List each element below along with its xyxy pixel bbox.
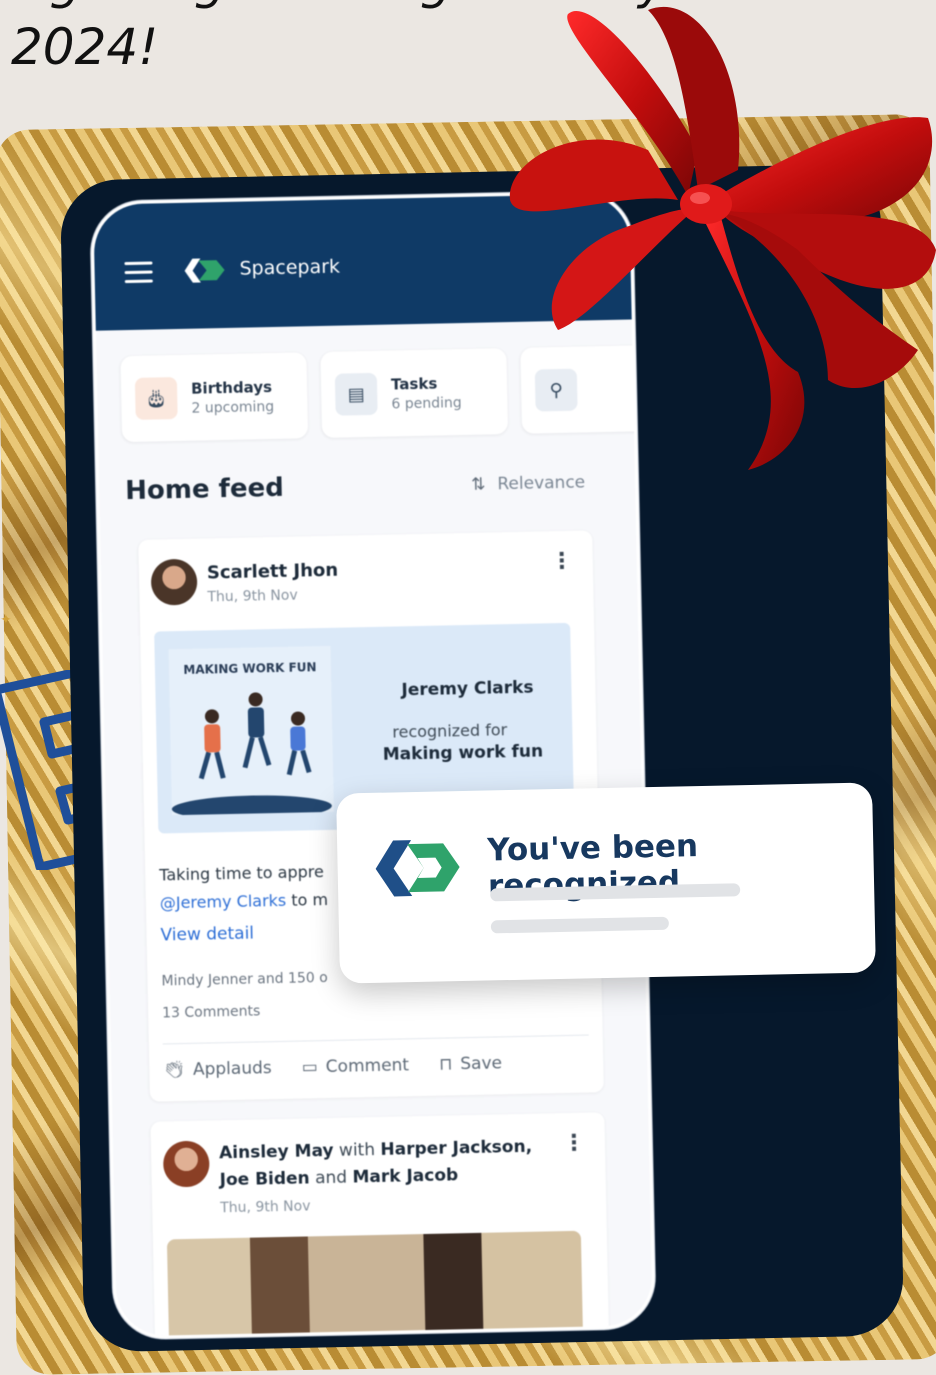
feed-post-card: Ainsley May with Harper Jackson, Joe Bid… [150,1112,610,1340]
comment-icon: ▭ [301,1057,318,1078]
sort-control[interactable]: ⇅ Relevance [471,472,585,494]
feed-title: Home feed [124,472,285,507]
avatar[interactable] [162,1140,210,1188]
post-text-line: Taking time to appre [159,862,325,885]
avatar[interactable] [150,558,198,606]
jumping-people-illustration [171,692,332,816]
applaud-button[interactable]: 👏︎ Applauds [163,1058,272,1080]
recognition-notification[interactable]: You've been recognized [336,782,876,984]
view-detail-link[interactable]: View detail [160,924,254,946]
bookmark-icon: ⊓ [438,1054,453,1075]
comments-count[interactable]: 13 Comments [162,1003,260,1021]
with-word: with [338,1140,376,1161]
post-author: Ainsley May with Harper Jackson, Joe Bid… [162,1133,561,1217]
recognized-for-label: recognized for [392,720,508,742]
widget-tasks[interactable]: ▤ Tasks 6 pending [320,348,509,438]
save-button[interactable]: ⊓ Save [439,1053,502,1074]
recognized-person: Jeremy Clarks [401,677,534,701]
tagged-person[interactable]: Harper Jackson, [380,1137,532,1160]
post-actions: 👏︎ Applauds ▭ Comment ⊓ Save [162,1034,590,1081]
sort-icon: ⇅ [470,474,486,495]
post-body: Taking time to appre @Jeremy Clarks to m [159,858,328,918]
tagged-person[interactable]: Mark Jacob [352,1165,458,1187]
post-date: Thu, 9th Nov [220,1198,311,1217]
reactions-summary[interactable]: Mindy Jenner and 150 o [161,970,328,989]
widget-subtitle: 6 pending [391,394,462,413]
spacepark-logo-icon [184,258,225,283]
brand-name: Spacepark [239,255,341,280]
applaud-label: Applauds [192,1058,272,1080]
widget-subtitle: 2 upcoming [191,398,275,417]
sparkle-icon: ✦ [0,612,12,628]
mention-link[interactable]: @Jeremy Clarks [160,891,287,913]
clipboard-icon: ▤ [334,372,378,416]
more-options-icon[interactable]: ⋮ [563,1131,586,1156]
post-date: Thu, 9th Nov [207,587,298,606]
applaud-icon: 👏︎ [163,1060,186,1081]
author-name[interactable]: Scarlett Jhon [207,560,339,584]
post-text-rest: to m [285,889,329,910]
comment-label: Comment [325,1055,410,1078]
post-authors: Ainsley May with Harper Jackson, Joe Bid… [219,1133,560,1194]
recognition-reason: Making work fun [382,741,544,765]
placeholder-line [490,916,669,934]
hamburger-menu-icon[interactable] [124,261,153,284]
red-gift-bow [509,6,936,470]
comment-button[interactable]: ▭ Comment [301,1055,409,1077]
post-photo[interactable] [166,1230,584,1340]
author-name[interactable]: Ainsley May [219,1141,334,1163]
save-label: Save [460,1053,503,1075]
spacepark-logo-icon [375,840,460,897]
sort-label: Relevance [497,472,586,495]
widget-birthdays[interactable]: 🎂︎ Birthdays 2 upcoming [120,352,309,443]
more-options-icon[interactable]: ⋮ [551,549,574,574]
recognition-artwork: MAKING WORK FUN [168,645,334,816]
cake-icon: 🎂︎ [134,377,178,420]
widget-title: Birthdays [190,377,273,398]
widget-title: Tasks [390,374,438,394]
and-word: and [314,1167,348,1189]
tagged-person[interactable]: Joe Biden [219,1168,309,1190]
post-author: Scarlett Jhon Thu, 9th Nov [150,556,339,607]
